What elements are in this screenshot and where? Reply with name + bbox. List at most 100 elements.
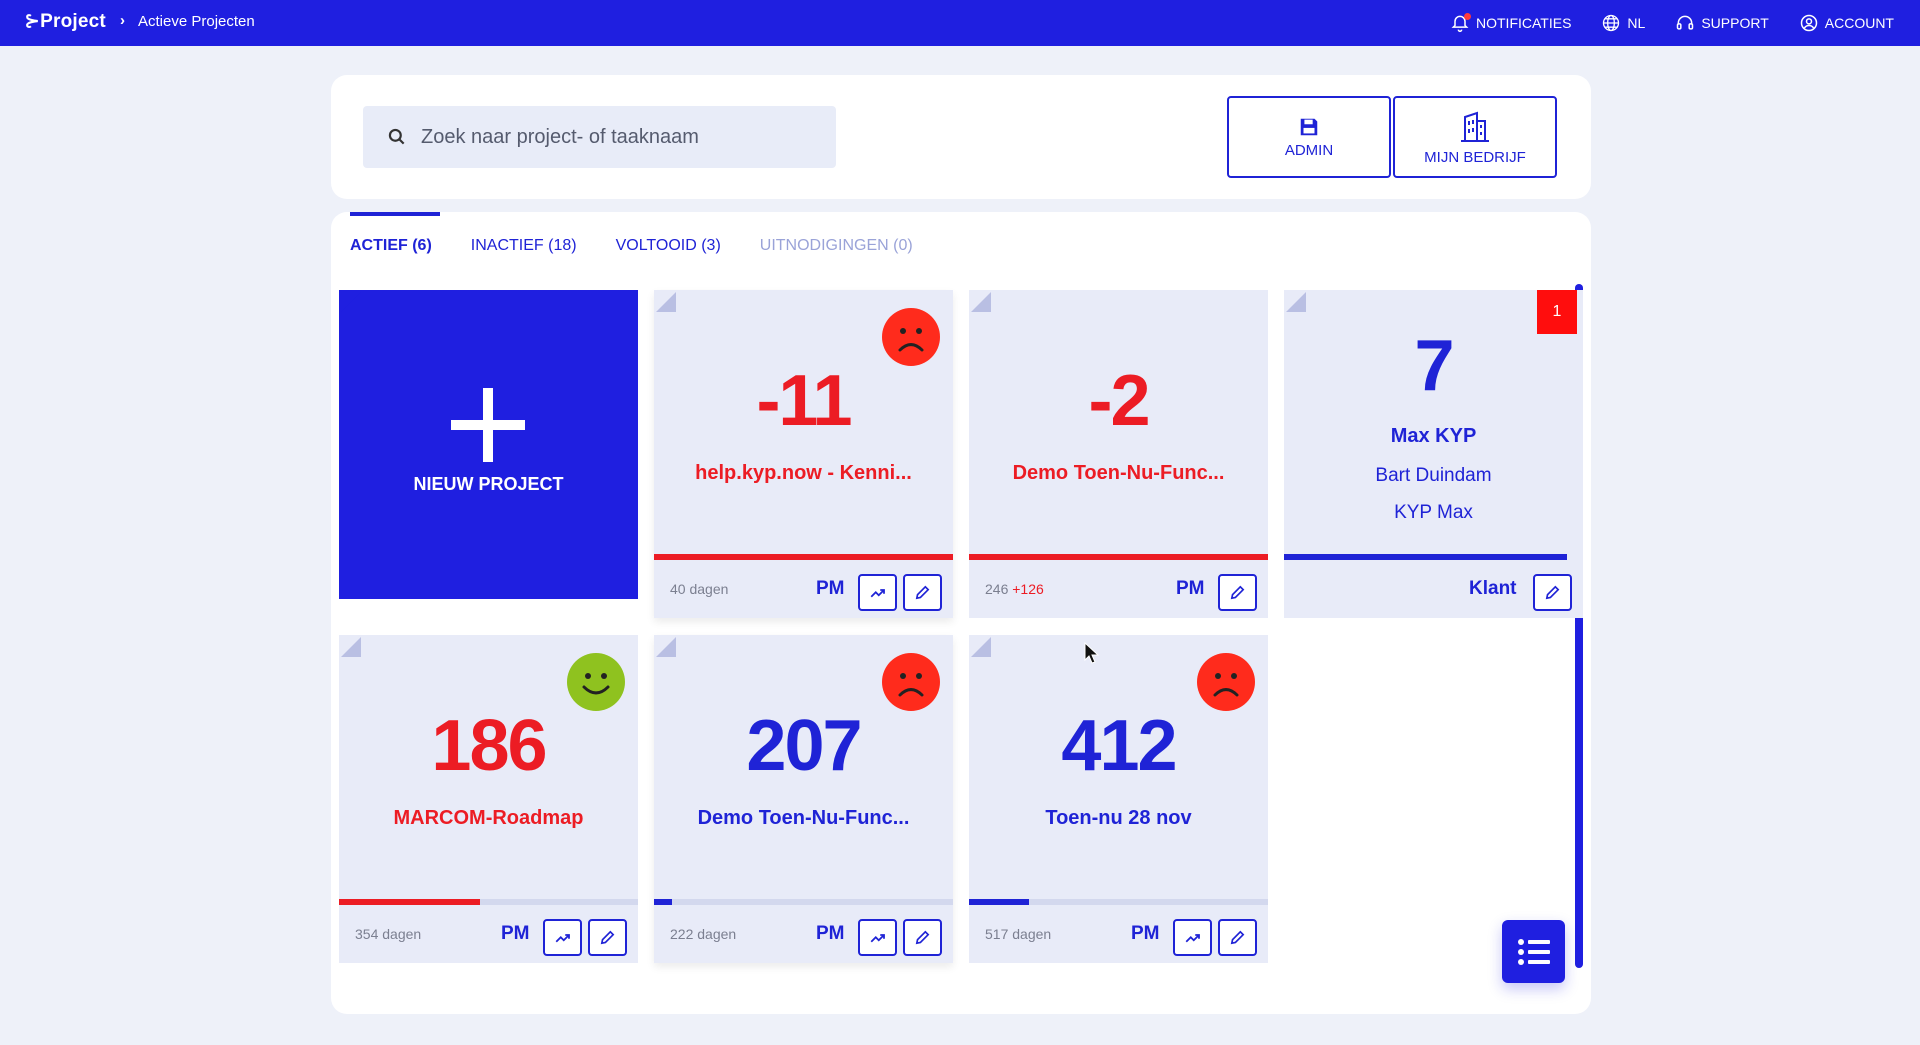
breadcrumb: Actieve Projecten xyxy=(138,13,255,30)
card-footer: Klant xyxy=(1284,560,1583,618)
headset-icon xyxy=(1677,15,1694,30)
mouse-cursor-icon xyxy=(1084,642,1100,664)
new-project-label: NIEUW PROJECT xyxy=(413,474,564,494)
chart-button[interactable] xyxy=(1173,919,1212,956)
account-button[interactable]: ACCOUNT xyxy=(1799,13,1894,33)
project-title: Toen-nu 28 nov xyxy=(1045,807,1192,829)
trend-up-icon xyxy=(870,588,885,597)
active-tab-indicator xyxy=(350,212,440,216)
card-footer: 517 dagen PM xyxy=(969,905,1268,963)
project-days: 354 dagen xyxy=(355,926,422,942)
language-button[interactable]: NL xyxy=(1601,13,1645,33)
edit-button[interactable] xyxy=(1218,919,1257,956)
admin-label: ADMIN xyxy=(1284,141,1334,159)
edit-button[interactable] xyxy=(903,574,942,611)
user-circle-icon xyxy=(1800,14,1818,32)
project-role: PM xyxy=(816,578,845,599)
project-title: Demo Toen-Nu-Func... xyxy=(697,807,910,829)
pencil-icon xyxy=(600,930,615,945)
fold-corner xyxy=(971,292,991,312)
brand-logo[interactable]: ⊱Project xyxy=(24,10,106,33)
search-panel: ADMIN MIJN BEDRIJF xyxy=(331,75,1591,199)
project-title: help.kyp.now - Kenni... xyxy=(695,462,912,484)
project-number: 412 xyxy=(1061,706,1177,786)
edit-button[interactable] xyxy=(903,919,942,956)
project-number: 207 xyxy=(746,706,862,786)
chart-button[interactable] xyxy=(543,919,582,956)
project-role: PM xyxy=(1131,923,1160,944)
project-role: PM xyxy=(816,923,845,944)
tab-invitations[interactable]: UITNODIGINGEN (0) xyxy=(760,237,913,255)
list-view-button[interactable] xyxy=(1502,920,1565,983)
card-footer: 246 +126 PM xyxy=(969,560,1268,618)
chart-button[interactable] xyxy=(858,919,897,956)
project-card[interactable]: 186 MARCOM-Roadmap 354 dagen PM xyxy=(339,635,638,963)
admin-button[interactable]: ADMIN xyxy=(1227,96,1391,178)
project-card[interactable]: -11 help.kyp.now - Kenni... 40 dagen PM xyxy=(654,290,953,618)
top-nav: NOTIFICATIES NL SUPPORT ACCOUNT xyxy=(1450,0,1894,46)
building-icon xyxy=(1461,111,1489,142)
list-icon xyxy=(1517,938,1550,965)
project-card[interactable]: -2 Demo Toen-Nu-Func... 246 +126 PM xyxy=(969,290,1268,618)
trend-up-icon xyxy=(555,933,570,942)
pencil-icon xyxy=(1230,585,1245,600)
tab-active[interactable]: ACTIEF (6) xyxy=(350,237,432,255)
project-card[interactable]: 412 Toen-nu 28 nov 517 dagen PM xyxy=(969,635,1268,963)
project-number: -2 xyxy=(1088,361,1150,441)
card-footer: 354 dagen PM xyxy=(339,905,638,963)
edit-button[interactable] xyxy=(1533,574,1572,611)
globe-icon xyxy=(1603,14,1620,32)
project-owner: Bart Duindam xyxy=(1375,465,1492,486)
pencil-icon xyxy=(915,930,930,945)
support-button[interactable]: SUPPORT xyxy=(1675,13,1769,33)
card-footer: 222 dagen PM xyxy=(654,905,953,963)
search-icon xyxy=(388,128,405,145)
project-number: 7 xyxy=(1414,326,1454,406)
sad-face-icon xyxy=(882,653,940,711)
fold-corner xyxy=(1286,292,1306,312)
search-box[interactable] xyxy=(363,106,836,168)
project-days: 40 dagen xyxy=(670,581,729,597)
chart-button[interactable] xyxy=(858,574,897,611)
project-role: PM xyxy=(501,923,530,944)
project-days: 517 dagen xyxy=(985,926,1052,942)
trend-up-icon xyxy=(1185,933,1200,942)
my-company-button[interactable]: MIJN BEDRIJF xyxy=(1393,96,1557,178)
project-subtitle: KYP Max xyxy=(1394,502,1473,523)
new-project-card[interactable]: NIEUW PROJECT xyxy=(339,290,638,599)
project-days-extra: +126 xyxy=(1012,581,1044,597)
project-role: PM xyxy=(1176,578,1205,599)
tab-completed[interactable]: VOLTOOID (3) xyxy=(616,237,721,255)
pencil-icon xyxy=(1230,930,1245,945)
sad-face-icon xyxy=(882,308,940,366)
card-footer: 40 dagen PM xyxy=(654,560,953,618)
project-days: 222 dagen xyxy=(670,926,737,942)
pencil-icon xyxy=(1545,585,1560,600)
project-number: -11 xyxy=(756,361,852,441)
fold-corner xyxy=(656,292,676,312)
project-title: Demo Toen-Nu-Func... xyxy=(1012,462,1225,484)
project-card[interactable]: 207 Demo Toen-Nu-Func... 222 dagen PM xyxy=(654,635,953,963)
pencil-icon xyxy=(915,585,930,600)
breadcrumb-separator: › xyxy=(120,12,125,29)
tab-inactive[interactable]: INACTIEF (18) xyxy=(471,237,577,255)
project-card[interactable]: 1 7 Max KYP Bart Duindam KYP Max Klant xyxy=(1284,290,1583,618)
account-label: ACCOUNT xyxy=(1824,15,1894,31)
my-company-label: MIJN BEDRIJF xyxy=(1424,148,1526,166)
fold-corner xyxy=(971,637,991,657)
language-label: NL xyxy=(1627,15,1646,31)
project-tabs: ACTIEF (6) INACTIEF (18) VOLTOOID (3) UI… xyxy=(350,237,913,255)
support-label: SUPPORT xyxy=(1701,15,1769,31)
fold-corner xyxy=(656,637,676,657)
fold-corner xyxy=(341,637,361,657)
edit-button[interactable] xyxy=(588,919,627,956)
happy-face-icon xyxy=(567,653,625,711)
trend-up-icon xyxy=(870,933,885,942)
edit-button[interactable] xyxy=(1218,574,1257,611)
top-bar: ⊱Project › Actieve Projecten NOTIFICATIE… xyxy=(0,0,1920,46)
notifications-button[interactable]: NOTIFICATIES xyxy=(1450,13,1571,33)
sad-face-icon xyxy=(1197,653,1255,711)
search-input[interactable] xyxy=(421,125,801,149)
project-number: 186 xyxy=(431,706,547,786)
project-role: Klant xyxy=(1469,578,1517,599)
